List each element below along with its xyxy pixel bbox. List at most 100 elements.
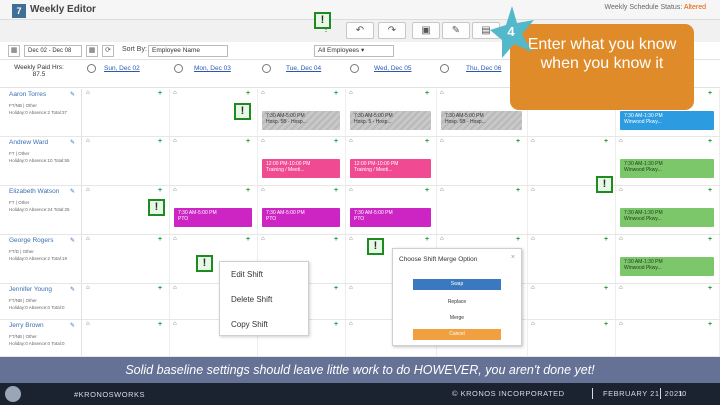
day-cell[interactable]: ⌂+ — [437, 186, 528, 234]
pin-icon[interactable]: ✎ — [70, 139, 75, 146]
pin-icon[interactable]: ✎ — [70, 286, 75, 293]
add-shift-icon[interactable]: + — [334, 285, 338, 292]
home-icon[interactable]: ⌂ — [531, 138, 535, 144]
edit-button[interactable]: ✎ — [442, 22, 470, 39]
home-icon[interactable]: ⌂ — [531, 285, 535, 291]
home-icon[interactable]: ⌂ — [619, 285, 623, 291]
home-icon[interactable]: ⌂ — [440, 138, 444, 144]
add-shift-icon[interactable]: + — [334, 187, 338, 194]
employee-name[interactable]: Jennifer Young — [9, 286, 52, 293]
home-icon[interactable]: ⌂ — [86, 90, 90, 96]
home-icon[interactable]: ⌂ — [173, 138, 177, 144]
add-shift-icon[interactable]: + — [604, 236, 608, 243]
employee-name[interactable]: Aaron Torres — [9, 91, 46, 98]
sort-select[interactable]: Employee Name — [148, 45, 228, 57]
add-shift-icon[interactable]: + — [334, 321, 338, 328]
home-icon[interactable]: ⌂ — [531, 236, 535, 242]
home-icon[interactable]: ⌂ — [349, 138, 353, 144]
home-icon[interactable]: ⌂ — [261, 236, 265, 242]
day-cell[interactable]: ⌂+ — [83, 284, 170, 319]
add-shift-icon[interactable]: + — [604, 285, 608, 292]
home-icon[interactable]: ⌂ — [531, 187, 535, 193]
add-shift-icon[interactable]: + — [246, 236, 250, 243]
close-icon[interactable]: × — [511, 254, 515, 261]
home-icon[interactable]: ⌂ — [261, 138, 265, 144]
day-cell[interactable]: ⌂+ — [616, 320, 720, 356]
shift-block[interactable]: 7:30 AM-1:30 PM Winwood Pkwy... — [620, 111, 714, 130]
day-cell[interactable]: ⌂+ — [170, 137, 258, 185]
day-header-tue[interactable]: Tue, Dec 04 — [286, 65, 321, 72]
day-header-sun[interactable]: Sun, Dec 02 — [104, 65, 140, 72]
shift-block[interactable]: 7:30 AM-1:30 PM Winwood Pkwy... — [620, 257, 714, 276]
day-header-thu[interactable]: Thu, Dec 06 — [466, 65, 501, 72]
home-icon[interactable]: ⌂ — [619, 138, 623, 144]
add-shift-icon[interactable]: + — [246, 138, 250, 145]
day-cell[interactable]: ⌂+ — [528, 320, 616, 356]
add-shift-icon[interactable]: + — [708, 187, 712, 194]
pin-icon[interactable]: ✎ — [70, 91, 75, 98]
employee-name[interactable]: Jerry Brown — [9, 322, 44, 329]
home-icon[interactable]: ⌂ — [349, 236, 353, 242]
add-shift-icon[interactable]: + — [246, 90, 250, 97]
add-shift-icon[interactable]: + — [708, 321, 712, 328]
home-icon[interactable]: ⌂ — [440, 187, 444, 193]
cancel-button[interactable]: Cancel — [413, 329, 501, 340]
home-icon[interactable]: ⌂ — [173, 236, 177, 242]
add-shift-icon[interactable]: + — [158, 236, 162, 243]
shift-block[interactable]: 7:30 AM-1:30 PM Winwood Pkwy... — [620, 208, 714, 227]
home-icon[interactable]: ⌂ — [86, 321, 90, 327]
day-cell[interactable]: ⌂+ — [528, 284, 616, 319]
undo-button[interactable]: ↶ — [346, 22, 374, 39]
shift-block[interactable]: 7:30 AM-5:00 PM Hosp. 5 - Hosp... — [350, 111, 431, 130]
add-shift-icon[interactable]: + — [425, 138, 429, 145]
employee-name[interactable]: George Rogers — [9, 237, 53, 244]
employee-name[interactable]: Andrew Ward — [9, 139, 48, 146]
day-header-wed[interactable]: Wed, Dec 05 — [374, 65, 411, 72]
shift-block[interactable]: 7:30 AM-5:00 PM PTO — [174, 208, 252, 227]
employee-name[interactable]: Elizabeth Watson — [9, 188, 59, 195]
home-icon[interactable]: ⌂ — [619, 187, 623, 193]
home-icon[interactable]: ⌂ — [349, 285, 353, 291]
pin-icon[interactable]: ✎ — [70, 237, 75, 244]
date-range-field[interactable]: Dec 02 - Dec 08 — [24, 45, 82, 57]
add-shift-icon[interactable]: + — [708, 90, 712, 97]
add-shift-icon[interactable]: + — [708, 236, 712, 243]
add-shift-icon[interactable]: + — [158, 285, 162, 292]
redo-button[interactable]: ↷ — [378, 22, 406, 39]
shift-block[interactable]: 12:00 PM-10:00 PM Training / Meeti... — [350, 159, 431, 178]
home-icon[interactable]: ⌂ — [173, 285, 177, 291]
pin-icon[interactable]: ✎ — [70, 322, 75, 329]
shift-block[interactable]: 7:30 AM-5:00 PM PTO — [350, 208, 431, 227]
add-shift-icon[interactable]: + — [334, 90, 338, 97]
shift-block[interactable]: 7:30 AM-5:00 PM PTO — [262, 208, 340, 227]
add-shift-icon[interactable]: + — [158, 321, 162, 328]
add-shift-icon[interactable]: + — [516, 187, 520, 194]
day-cell[interactable]: ⌂+ — [528, 186, 616, 234]
day-cell[interactable]: ⌂+ — [528, 235, 616, 283]
shift-block[interactable]: 12:00 PM-10:00 PM Training / Meeti... — [262, 159, 340, 178]
employee-filter-select[interactable]: All Employees ▾ — [314, 45, 394, 57]
day-cell[interactable]: ⌂+ — [83, 235, 170, 283]
home-icon[interactable]: ⌂ — [261, 90, 265, 96]
day-cell[interactable]: ⌂+ — [83, 89, 170, 136]
add-shift-icon[interactable]: + — [604, 138, 608, 145]
home-icon[interactable]: ⌂ — [86, 187, 90, 193]
menu-item-edit-shift[interactable]: Edit Shift — [231, 270, 263, 279]
add-shift-icon[interactable]: + — [158, 138, 162, 145]
menu-item-delete-shift[interactable]: Delete Shift — [231, 295, 272, 304]
add-shift-icon[interactable]: + — [604, 321, 608, 328]
home-icon[interactable]: ⌂ — [619, 236, 623, 242]
merge-button[interactable]: Merge — [413, 313, 501, 324]
replace-button[interactable]: Replace — [413, 297, 501, 308]
home-icon[interactable]: ⌂ — [86, 236, 90, 242]
day-cell[interactable]: ⌂+ — [437, 137, 528, 185]
add-shift-icon[interactable]: + — [334, 236, 338, 243]
add-shift-icon[interactable]: + — [425, 187, 429, 194]
home-icon[interactable]: ⌂ — [440, 90, 444, 96]
home-icon[interactable]: ⌂ — [619, 321, 623, 327]
shift-block[interactable]: 7:30 AM-5:00 PM Hosp. 5B - Hosp... — [441, 111, 522, 130]
add-shift-icon[interactable]: + — [708, 285, 712, 292]
add-shift-icon[interactable]: + — [425, 236, 429, 243]
home-icon[interactable]: ⌂ — [440, 236, 444, 242]
home-icon[interactable]: ⌂ — [173, 321, 177, 327]
